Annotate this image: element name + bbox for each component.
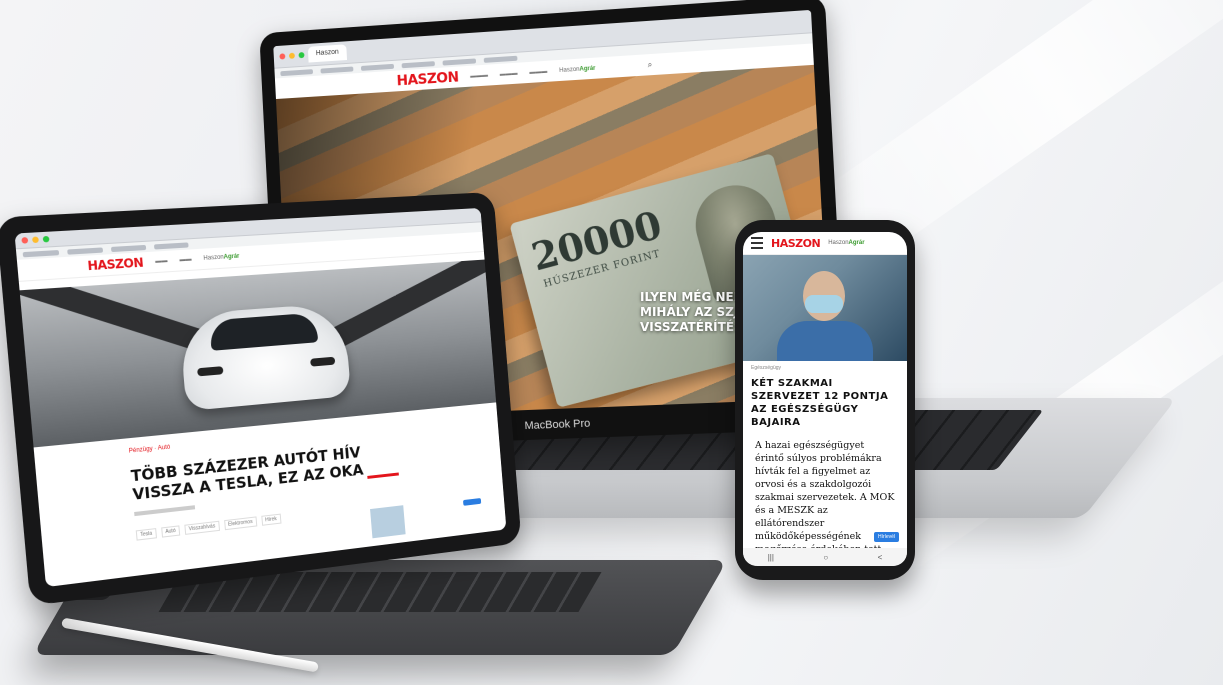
agrar-link[interactable]: HaszonAgrár	[828, 240, 864, 246]
nurse-scrubs	[777, 321, 873, 361]
site-header: HASZON HaszonAgrár	[743, 232, 907, 255]
maximize-window-icon[interactable]	[42, 235, 50, 243]
tag[interactable]: Visszahívás	[184, 520, 220, 535]
newsletter-button[interactable]: Hírlevél	[874, 532, 899, 542]
car-windshield	[208, 312, 319, 351]
car-headlight	[310, 356, 336, 367]
bookmark-item[interactable]	[110, 244, 147, 252]
article-title[interactable]: KÉT SZAKMAI SZERVEZET 12 PONTJA AZ EGÉSZ…	[743, 375, 907, 431]
bookmark-item[interactable]	[22, 249, 60, 257]
android-nav-bar: ||| ○ <	[743, 548, 907, 566]
nav-item[interactable]: ▬▬▬	[529, 69, 547, 76]
close-window-icon[interactable]	[21, 237, 29, 244]
search-icon[interactable]: ⌕	[647, 60, 652, 70]
tag[interactable]: Hírek	[260, 513, 282, 526]
close-window-icon[interactable]	[279, 53, 286, 60]
tablet: HASZON ▬▬ ▬▬ HaszonAgrár Pénzügy · Autó …	[0, 191, 522, 606]
menu-icon[interactable]	[751, 237, 763, 249]
agrar-prefix: Haszon	[559, 66, 580, 74]
agrar-prefix: Haszon	[203, 254, 224, 262]
site-logo[interactable]: HASZON	[396, 70, 459, 90]
sidebar-ad[interactable]	[370, 505, 406, 539]
agrar-prefix: Haszon	[828, 240, 849, 246]
tag[interactable]: Elektromos	[223, 516, 257, 531]
tag[interactable]: Autó	[160, 525, 181, 538]
tag[interactable]: Tesla	[135, 528, 157, 541]
agrar-suffix: Agrár	[579, 65, 596, 73]
article-body: A hazai egészségügyet érintő súlyos prob…	[755, 440, 895, 566]
agrar-link[interactable]: HaszonAgrár	[559, 66, 596, 74]
phone-screen: HASZON HaszonAgrár Egészségügy KÉT SZAKM…	[743, 232, 907, 566]
bookmark-item[interactable]	[153, 241, 189, 250]
nav-item[interactable]: ▬▬▬	[500, 71, 518, 78]
article-category[interactable]: Egészségügy	[743, 361, 907, 375]
car-headlight	[197, 366, 224, 377]
back-icon[interactable]: <	[878, 553, 883, 562]
nav-item[interactable]: ▬▬	[155, 258, 168, 265]
bookmark-item[interactable]	[280, 68, 314, 76]
bookmark-item[interactable]	[483, 55, 518, 63]
agrar-link[interactable]: HaszonAgrár	[203, 254, 239, 262]
face-mask	[805, 295, 843, 313]
product-mockup-scene: Haszon HASZON ▬▬▬ ▬▬▬ ▬▬▬ HaszonAgrár ⌕	[0, 0, 1223, 685]
maximize-window-icon[interactable]	[298, 52, 305, 59]
browser-tab[interactable]: Haszon	[307, 44, 347, 63]
minimize-window-icon[interactable]	[32, 236, 39, 244]
hero-image-car[interactable]	[19, 259, 497, 448]
car	[178, 302, 352, 412]
recent-apps-icon[interactable]: |||	[768, 553, 774, 562]
nav-item[interactable]: ▬▬▬	[470, 73, 488, 80]
bookmark-item[interactable]	[67, 246, 104, 255]
home-icon[interactable]: ○	[823, 553, 828, 562]
newsletter-button[interactable]	[462, 498, 482, 506]
bookmark-item[interactable]	[360, 63, 395, 71]
site-logo[interactable]: HASZON	[87, 255, 144, 273]
nav-item[interactable]: ▬▬	[179, 257, 192, 264]
minimize-window-icon[interactable]	[288, 52, 295, 59]
tablet-screen: HASZON ▬▬ ▬▬ HaszonAgrár Pénzügy · Autó …	[14, 207, 507, 588]
hero-image-nurse[interactable]	[743, 255, 907, 361]
article-meta	[134, 505, 196, 517]
site-logo[interactable]: HASZON	[771, 237, 821, 250]
bookmark-item[interactable]	[320, 65, 354, 74]
agrar-suffix: Agrár	[223, 253, 240, 261]
agrar-suffix: Agrár	[848, 240, 865, 246]
bookmark-item[interactable]	[442, 57, 477, 66]
smartphone: HASZON HaszonAgrár Egészségügy KÉT SZAKM…	[735, 220, 915, 580]
bookmark-item[interactable]	[401, 60, 435, 68]
